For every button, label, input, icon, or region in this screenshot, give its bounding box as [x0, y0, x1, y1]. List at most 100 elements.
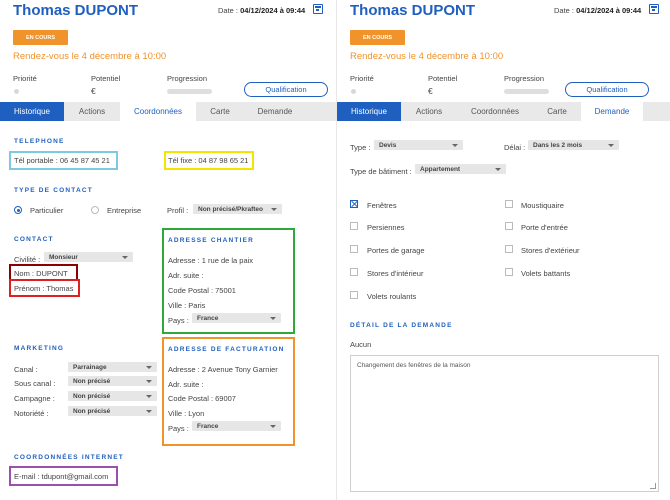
particulier-radio[interactable]: [14, 206, 22, 214]
tab-historique[interactable]: Historique: [0, 102, 64, 121]
resize-grip-icon[interactable]: [650, 483, 656, 489]
customer-name: Thomas DUPONT: [350, 2, 476, 19]
sous-canal-label: Sous canal :: [14, 379, 56, 388]
demande-panel: Thomas DUPONT Date : 04/12/2024 à 09:44 …: [336, 0, 670, 500]
facturation-ville[interactable]: Ville : Lyon: [168, 409, 204, 418]
detail-heading: DÉTAIL DE LA DEMANDE: [350, 322, 453, 329]
calendar-icon[interactable]: [649, 4, 659, 14]
stores-interieur-checkbox[interactable]: [350, 268, 358, 276]
notoriete-select[interactable]: Non précisé: [68, 406, 157, 416]
date-display: Date : 04/12/2024 à 09:44: [218, 6, 305, 15]
euro-symbol: €: [428, 86, 433, 96]
qualification-button[interactable]: Qualification: [565, 82, 649, 97]
batiment-select[interactable]: Appartement: [415, 164, 506, 174]
calendar-icon[interactable]: [313, 4, 323, 14]
delai-label: Délai :: [504, 143, 526, 152]
facturation-suite[interactable]: Adr. suite :: [168, 380, 203, 389]
tab-carte[interactable]: Carte: [533, 102, 581, 121]
email-field[interactable]: E-mail : tdupont@gmail.com: [14, 472, 108, 481]
chantier-pays-label: Pays :: [168, 316, 189, 325]
appointment-text: Rendez-vous le 4 décembre à 10:00: [350, 51, 504, 62]
chantier-suite[interactable]: Adr. suite :: [168, 271, 203, 280]
tab-actions[interactable]: Actions: [64, 102, 120, 121]
profil-select[interactable]: Non précisé/Pkrafteo: [193, 204, 282, 214]
canal-select[interactable]: Parrainage: [68, 362, 157, 372]
stores-interieur-label: Stores d'intérieur: [367, 269, 424, 278]
tab-coordonnees[interactable]: Coordonnées: [457, 102, 533, 121]
type-contact-heading: TYPE DE CONTACT: [14, 187, 93, 194]
status-badge: EN COURS: [13, 30, 68, 45]
profil-label: Profil :: [167, 206, 189, 215]
tab-carte[interactable]: Carte: [196, 102, 244, 121]
batiment-label: Type de bâtiment :: [350, 167, 412, 176]
chantier-pays-select[interactable]: France: [192, 313, 281, 323]
tab-demande[interactable]: Demande: [244, 102, 306, 121]
qualification-button[interactable]: Qualification: [244, 82, 328, 97]
potentiel-label: Potentiel: [91, 74, 121, 83]
tab-bar: Historique Actions Coordonnées Carte Dem…: [0, 102, 336, 121]
chantier-adresse[interactable]: Adresse : 1 rue de la paix: [168, 256, 253, 265]
portes-garage-checkbox[interactable]: [350, 245, 358, 253]
persiennes-checkbox[interactable]: [350, 222, 358, 230]
delai-select[interactable]: Dans les 2 mois: [528, 140, 619, 150]
internet-heading: COORDONNÉES INTERNET: [14, 454, 124, 461]
particulier-label: Particulier: [30, 206, 64, 215]
appointment-text: Rendez-vous le 4 décembre à 10:00: [13, 51, 167, 62]
entreprise-radio[interactable]: [91, 206, 99, 214]
chantier-cp[interactable]: Code Postal : 75001: [168, 286, 236, 295]
persiennes-label: Persiennes: [367, 223, 405, 232]
date-label: Date :: [218, 6, 239, 15]
stores-exterieur-label: Stores d'extérieur: [521, 246, 580, 255]
moustiquaire-checkbox[interactable]: [505, 200, 513, 208]
campagne-label: Campagne :: [14, 394, 55, 403]
campagne-select[interactable]: Non précisé: [68, 391, 157, 401]
type-select[interactable]: Devis: [374, 140, 463, 150]
facturation-pays-label: Pays :: [168, 424, 189, 433]
date-display: Date : 04/12/2024 à 09:44: [554, 6, 641, 15]
volets-roulants-label: Volets roulants: [367, 292, 417, 301]
volets-roulants-checkbox[interactable]: [350, 291, 358, 299]
priority-dot: [351, 89, 356, 94]
potentiel-label: Potentiel: [428, 74, 458, 83]
stores-exterieur-checkbox[interactable]: [505, 245, 513, 253]
porte-entree-label: Porte d'entrée: [521, 223, 568, 232]
prenom-field[interactable]: Prénom : Thomas: [14, 284, 73, 293]
detail-text: Changement des fenêtres de la maison: [357, 362, 471, 369]
facturation-cp[interactable]: Code Postal : 69007: [168, 394, 236, 403]
telephone-heading: TELEPHONE: [14, 138, 65, 145]
nom-field[interactable]: Nom : DUPONT: [14, 269, 68, 278]
moustiquaire-label: Moustiquaire: [521, 201, 564, 210]
type-label: Type :: [350, 143, 371, 152]
date-label: Date :: [554, 6, 575, 15]
chantier-heading: ADRESSE CHANTIER: [168, 237, 255, 244]
tab-historique[interactable]: Historique: [337, 102, 401, 121]
facturation-pays-select[interactable]: France: [192, 421, 281, 431]
chantier-ville[interactable]: Ville : Paris: [168, 301, 205, 310]
facturation-adresse[interactable]: Adresse : 2 Avenue Tony Garnier: [168, 365, 278, 374]
facturation-heading: ADRESSE DE FACTURATION: [168, 346, 285, 353]
volets-battants-checkbox[interactable]: [505, 268, 513, 276]
status-badge: EN COURS: [350, 30, 405, 45]
priorite-label: Priorité: [350, 74, 374, 83]
progression-bar: [167, 89, 212, 94]
progression-label: Progression: [167, 74, 208, 83]
priority-dot: [14, 89, 19, 94]
marketing-heading: MARKETING: [14, 345, 65, 352]
sous-canal-select[interactable]: Non précisé: [68, 376, 157, 386]
date-value: 04/12/2024 à 09:44: [240, 6, 306, 15]
entreprise-label: Entreprise: [107, 206, 142, 215]
porte-entree-checkbox[interactable]: [505, 222, 513, 230]
tab-actions[interactable]: Actions: [401, 102, 457, 121]
tab-bar: Historique Actions Coordonnées Carte Dem…: [337, 102, 670, 121]
fenetres-label: Fenêtres: [367, 201, 397, 210]
detail-textarea[interactable]: Changement des fenêtres de la maison: [350, 355, 659, 492]
civilite-select[interactable]: Monsieur: [44, 252, 133, 262]
tab-demande[interactable]: Demande: [581, 102, 643, 121]
portes-garage-label: Portes de garage: [367, 246, 425, 255]
tel-fixe[interactable]: Tél fixe : 04 87 98 65 21: [168, 156, 248, 165]
progression-bar: [504, 89, 549, 94]
tel-portable[interactable]: Tél portable : 06 45 87 45 21: [14, 156, 110, 165]
fenetres-checkbox[interactable]: [350, 200, 358, 208]
progression-label: Progression: [504, 74, 545, 83]
tab-coordonnees[interactable]: Coordonnées: [120, 102, 196, 121]
